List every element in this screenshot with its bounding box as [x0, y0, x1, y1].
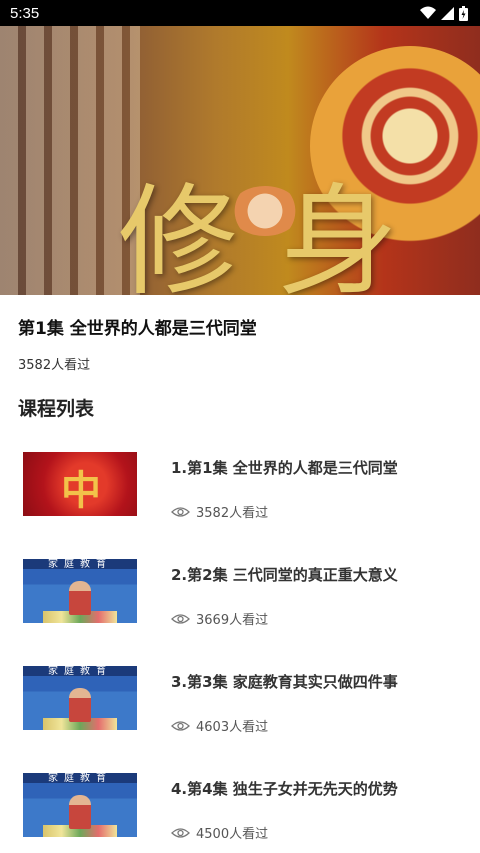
- thumbnail-glyph: 中: [61, 467, 101, 514]
- thumbnail-banner: 家庭教育: [48, 666, 112, 677]
- episode-title: 第1集 全世界的人都是三代同堂: [18, 319, 257, 339]
- thumbnail-speaker: [69, 581, 91, 615]
- thumbnail-banner: 家庭教育: [48, 773, 112, 784]
- course-views: 4500人看过: [171, 823, 268, 842]
- course-views: 3582人看过: [171, 502, 268, 521]
- battery-icon: [459, 5, 468, 21]
- status-bar: 5:35: [0, 0, 480, 26]
- course-list-item[interactable]: 家庭教育 2.第2集 三代同堂的真正重大意义 3669人看过: [0, 547, 480, 654]
- video-player-cover[interactable]: 修身: [0, 26, 480, 295]
- course-views: 4603人看过: [171, 716, 268, 735]
- eye-icon: [171, 613, 190, 624]
- thumbnail-banner: 家庭教育: [48, 559, 112, 570]
- status-time: 5:35: [10, 4, 40, 22]
- signal-icon: [441, 6, 454, 20]
- course-list-heading: 课程列表: [18, 398, 95, 420]
- eye-icon: [171, 827, 190, 838]
- course-thumbnail: 家庭教育: [23, 559, 137, 623]
- course-view-count: 3669人看过: [196, 613, 269, 628]
- course-list-item[interactable]: 家庭教育 3.第3集 家庭教育其实只做四件事 4603人看过: [0, 654, 480, 761]
- course-title: 2.第2集 三代同堂的真正重大意义: [171, 566, 398, 584]
- wifi-icon: [420, 6, 436, 19]
- course-title: 1.第1集 全世界的人都是三代同堂: [171, 459, 398, 477]
- thumbnail-speaker: [69, 795, 91, 829]
- eye-icon: [171, 720, 190, 731]
- course-views: 3669人看过: [171, 609, 268, 628]
- course-thumbnail: 家庭教育: [23, 666, 137, 730]
- course-thumbnail: 家庭教育: [23, 773, 137, 837]
- eye-icon: [171, 506, 190, 517]
- thumbnail-speaker: [69, 688, 91, 722]
- course-view-count: 4603人看过: [196, 720, 269, 735]
- course-thumbnail: 中: [23, 452, 137, 516]
- course-list-item[interactable]: 家庭教育 4.第4集 独生子女并无先天的优势 4500人看过: [0, 761, 480, 853]
- course-title: 3.第3集 家庭教育其实只做四件事: [171, 673, 398, 691]
- hero-calligraphy-text: 修身: [118, 173, 438, 295]
- status-icons: [420, 5, 468, 21]
- course-title: 4.第4集 独生子女并无先天的优势: [171, 780, 398, 798]
- course-view-count: 3582人看过: [196, 506, 269, 521]
- course-list-item[interactable]: 中 1.第1集 全世界的人都是三代同堂 3582人看过: [0, 440, 480, 547]
- episode-view-count: 3582人看过: [18, 358, 91, 373]
- course-view-count: 4500人看过: [196, 827, 269, 842]
